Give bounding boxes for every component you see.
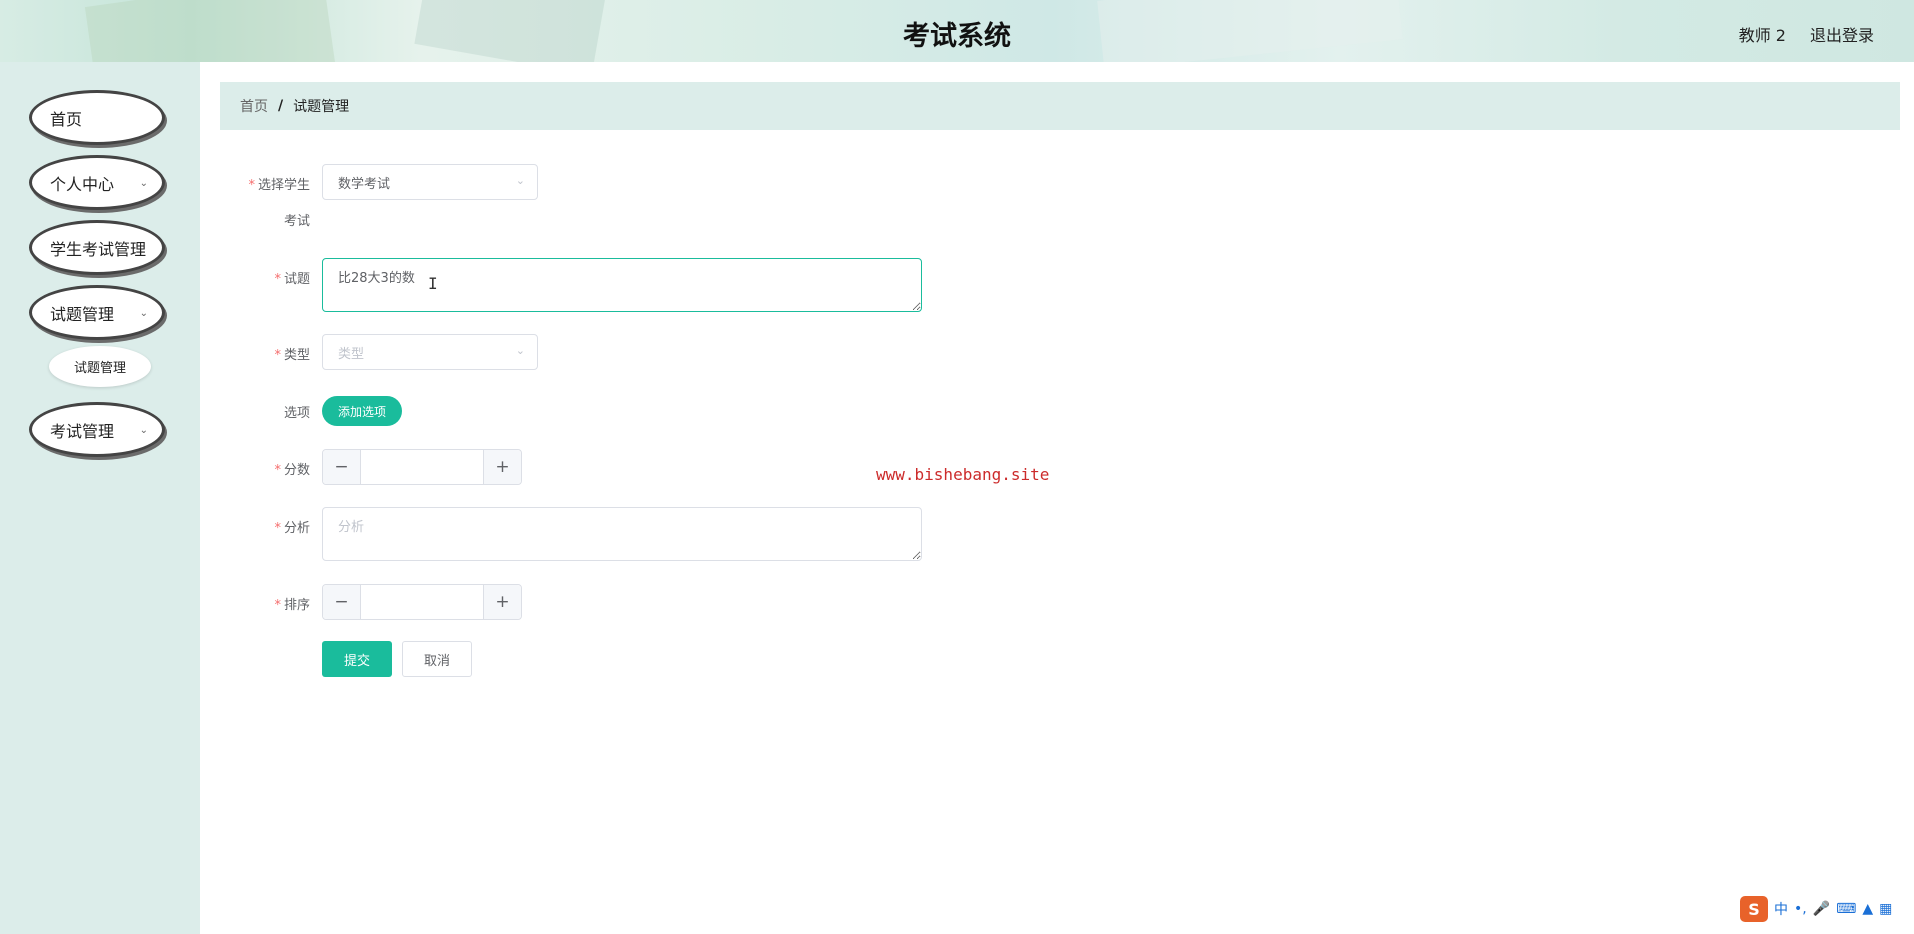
sort-input[interactable] [362,585,482,619]
sort-increment-button[interactable]: + [483,585,521,619]
breadcrumb-separator: / [278,98,284,114]
ime-logo-icon[interactable]: S [1740,896,1768,922]
sort-label: * 排序 [274,598,310,613]
sidebar-item-question-management[interactable]: 试题管理 ⌄ [29,285,165,340]
score-label: * 分数 [274,463,310,478]
chevron-down-icon: ⌄ [139,425,148,436]
exam-select[interactable]: 数学考试 ⌄ [322,164,538,200]
top-header: 考试系统 教师 2 退出登录 [0,0,1914,62]
submenu-item-label: 试题管理 [73,361,126,376]
cancel-button[interactable]: 取消 [402,641,472,677]
ime-toolbar: S 中 •, 🎤 ⌨ ▲ ▦ [1740,896,1914,922]
sort-stepper: − + [322,584,522,620]
question-label: * 试题 [274,272,310,287]
score-increment-button[interactable]: + [483,450,521,484]
required-mark: * [274,348,281,363]
app-title: 考试系统 [903,21,1011,52]
watermark-text: www.bishebang.site [876,465,1050,484]
sidebar-item-personal-center[interactable]: 个人中心 ⌄ [29,155,165,210]
type-select-placeholder: 类型 [338,346,365,362]
sidebar-item-label: 首页 [50,109,83,129]
grid-icon[interactable]: ▦ [1879,901,1892,917]
score-decrement-button[interactable]: − [323,450,361,484]
ime-mode-indicator[interactable]: 中 [1774,899,1788,919]
chevron-down-icon: ⌄ [139,178,148,189]
sidebar-item-label: 考试管理 [50,421,115,441]
required-mark: * [274,598,281,613]
text-cursor-icon: I [428,274,438,293]
skin-icon[interactable]: ▲ [1862,901,1873,917]
sidebar-item-label: 试题管理 [50,304,115,324]
sidebar-item-label: 学生考试管理 [50,239,147,259]
type-select[interactable]: 类型 ⌄ [322,334,538,370]
keyboard-icon[interactable]: ⌨ [1836,901,1856,917]
current-user: 教师 2 [1738,26,1786,45]
logout-button[interactable]: 退出登录 [1810,22,1874,46]
sidebar-item-home[interactable]: 首页 [29,90,165,145]
options-label: 选项 [283,406,310,421]
add-option-button[interactable]: 添加选项 [322,396,402,426]
sidebar-item-label: 个人中心 [50,174,115,194]
sort-decrement-button[interactable]: − [323,585,361,619]
sidebar: 首页 个人中心 ⌄ 学生考试管理 试题管理 ⌄ 试题管理 考试管理 ⌄ [0,62,200,934]
breadcrumb-home[interactable]: 首页 [240,96,268,116]
type-label: * 类型 [274,348,310,363]
exam-label: * 选择学生 [248,178,310,193]
chevron-down-icon: ⌄ [515,344,525,357]
submit-button[interactable]: 提交 [322,641,392,677]
microphone-icon[interactable]: 🎤 [1813,901,1830,917]
question-textarea[interactable] [322,258,922,312]
analysis-label: * 分析 [274,521,310,536]
required-mark: * [274,272,281,287]
breadcrumb-current: 试题管理 [293,99,350,115]
exam-label-line2: 考试 [283,214,310,229]
score-stepper: − + [322,449,522,485]
breadcrumb: 首页 / 试题管理 [220,82,1900,130]
analysis-textarea[interactable] [322,507,922,561]
required-mark: * [274,521,281,536]
sidebar-item-exam-management[interactable]: 考试管理 ⌄ [29,402,165,457]
submenu-item-question-management[interactable]: 试题管理 [49,346,151,387]
score-input[interactable] [362,450,482,484]
required-mark: * [274,463,281,478]
punctuation-icon[interactable]: •, [1794,901,1807,917]
chevron-down-icon: ⌄ [515,174,525,187]
required-mark: * [248,178,255,193]
exam-select-value: 数学考试 [338,176,391,192]
sidebar-item-student-exam-management[interactable]: 学生考试管理 [29,220,165,275]
chevron-down-icon: ⌄ [139,308,148,319]
